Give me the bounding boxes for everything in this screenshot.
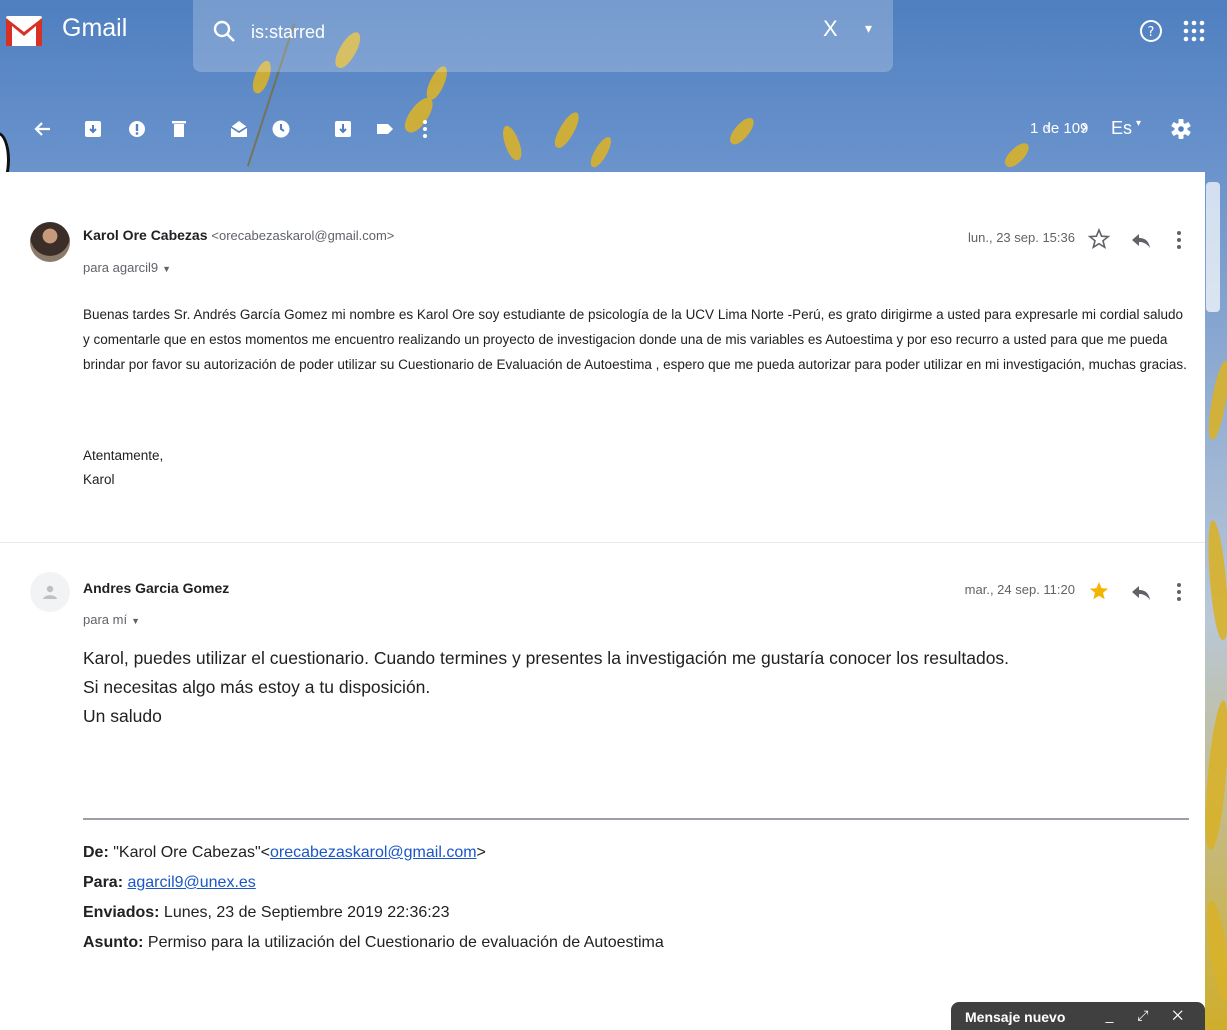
label-icon [377,124,393,134]
body-line: Karol, puedes utilizar el cuestionario. … [83,648,1010,668]
message-toolbar: 1 de 109 ‹ › Es ▾ [0,100,1227,160]
from-email-link[interactable]: orecabezaskarol@gmail.com [270,844,477,861]
clock-icon [272,120,290,138]
recipient-label: para mí [83,612,128,627]
quoted-subject: Asunto: Permiso para la utilización del … [83,928,1183,958]
previous-button[interactable]: ‹ [1045,116,1052,139]
signature-name: Karol [83,472,115,487]
label-button[interactable] [372,116,398,142]
back-button[interactable] [30,116,56,142]
scrollbar[interactable] [1206,182,1220,312]
star-filled-icon[interactable] [1088,580,1110,602]
input-tools-button[interactable]: Es ▾ [1111,118,1141,139]
snooze-button[interactable] [268,116,294,142]
move-to-icon [335,121,351,137]
pagination-text: 1 de 109 [1030,120,1089,137]
search-options-dropdown[interactable]: ▾ [865,20,872,37]
archive-button[interactable] [80,116,106,142]
from-label: De: [83,844,109,861]
search-icon[interactable] [211,18,237,44]
reply-icon[interactable] [1130,229,1152,251]
compose-controls[interactable]: _ ⤢ ✕ [1106,1007,1193,1024]
delete-button[interactable] [166,116,192,142]
reply-icon[interactable] [1130,581,1152,603]
body-line: Si necesitas algo más estoy a tu disposi… [83,677,431,697]
conversation-panel: Karol Ore Cabezas <orecabezaskarol@gmail… [0,172,1205,1030]
quoted-sent: Enviados: Lunes, 23 de Septiembre 2019 2… [83,898,1183,928]
recipient-details-toggle[interactable]: para agarcil9 ▼ [83,260,171,275]
sent-value: Lunes, 23 de Septiembre 2019 22:36:23 [163,904,450,921]
spam-icon [129,121,145,137]
message-body: Buenas tardes Sr. Andrés García Gomez mi… [83,307,1187,372]
trash-icon [172,121,186,137]
chevron-down-icon: ▼ [131,616,140,626]
person-icon [43,585,57,599]
language-label: Es [1111,118,1133,138]
app-name[interactable]: Gmail [62,14,127,43]
apps-grid-icon[interactable] [1183,20,1205,42]
mail-open-icon [230,121,248,137]
sent-label: Enviados: [83,904,160,921]
sender: Karol Ore Cabezas <orecabezaskarol@gmail… [83,227,394,243]
recipient-details-toggle[interactable]: para mí ▼ [83,612,140,627]
gmail-logo-icon[interactable] [6,16,42,46]
next-button[interactable]: › [1081,116,1088,139]
move-to-button[interactable] [330,116,356,142]
compose-window-minimized[interactable]: Mensaje nuevo _ ⤢ ✕ [951,1002,1205,1030]
subject-label: Asunto: [83,934,144,951]
closing-text: Atentamente, [83,448,164,463]
to-label: Para: [83,874,124,891]
more-vertical-icon [423,120,427,138]
more-vertical-icon[interactable] [1168,229,1190,251]
search-input[interactable] [251,18,771,46]
from-name: "Karol Ore Cabezas" [113,844,261,861]
quoted-from: De: "Karol Ore Cabezas"<orecabezaskarol@… [83,844,486,861]
compose-title[interactable]: Mensaje nuevo [965,1009,1065,1025]
avatar[interactable] [30,572,70,612]
arrow-left-icon [34,122,50,136]
more-vertical-icon[interactable] [1168,581,1190,603]
sender-name[interactable]: Karol Ore Cabezas [83,227,208,243]
body-line: Un saludo [83,706,162,726]
message-divider [0,542,1205,543]
sender: Andres Garcia Gomez [83,580,229,596]
gear-icon[interactable] [1168,116,1194,142]
quoted-to: Para: agarcil9@unex.es [83,868,1183,898]
message-date: mar., 24 sep. 11:20 [964,582,1075,597]
message-signature: Atentamente, Karol [83,444,163,492]
chevron-down-icon: ▾ [1136,118,1142,129]
recipient-label: para agarcil9 [83,260,159,275]
svg-text:?: ? [1148,25,1155,40]
star-outline-icon[interactable] [1088,228,1110,250]
message-body: Karol, puedes utilizar el cuestionario. … [83,644,1183,731]
message-date: lun., 23 sep. 15:36 [968,230,1075,245]
top-bar: Gmail X ▾ ? [0,0,1227,80]
mark-unread-button[interactable] [226,116,252,142]
quoted-header: De: "Karol Ore Cabezas"<orecabezaskarol@… [83,838,1183,958]
sender-name[interactable]: Andres Garcia Gomez [83,580,229,596]
archive-icon [85,121,101,137]
more-actions-button[interactable] [412,116,438,142]
chevron-down-icon: ▼ [162,264,172,274]
search-bar[interactable]: X ▾ [193,0,893,72]
quote-separator [83,818,1189,820]
to-email-link[interactable]: agarcil9@unex.es [127,874,255,891]
report-spam-button[interactable] [124,116,150,142]
clear-search-button[interactable]: X [823,16,838,42]
subject-value: Permiso para la utilización del Cuestion… [147,934,664,951]
avatar[interactable] [30,222,70,262]
help-icon[interactable]: ? [1138,18,1164,44]
sender-email: <orecabezaskarol@gmail.com> [211,228,395,243]
